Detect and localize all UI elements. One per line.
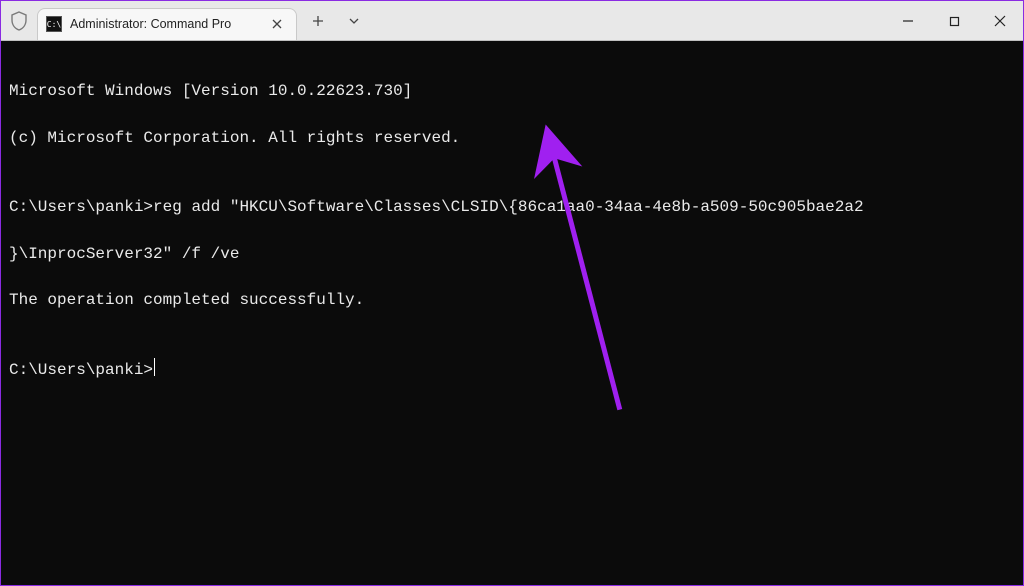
terminal-line: The operation completed successfully. [9, 289, 1015, 312]
tab-title: Administrator: Command Pro [70, 17, 260, 31]
minimize-button[interactable] [885, 1, 931, 41]
terminal-line: C:\Users\panki> [9, 358, 1015, 382]
tab-active[interactable]: C:\ Administrator: Command Pro [37, 8, 297, 40]
titlebar: C:\ Administrator: Command Pro [1, 1, 1023, 41]
annotation-arrow-icon [1, 41, 1023, 585]
tab-dropdown-button[interactable] [339, 6, 369, 36]
terminal-line: }\InprocServer32" /f /ve [9, 243, 1015, 266]
terminal-line: Microsoft Windows [Version 10.0.22623.73… [9, 80, 1015, 103]
shield-icon [1, 1, 37, 41]
prompt: C:\Users\panki> [9, 198, 153, 216]
new-tab-button[interactable] [303, 6, 333, 36]
app-window: C:\ Administrator: Command Pro Micros [0, 0, 1024, 586]
cmd-favicon-icon: C:\ [46, 16, 62, 32]
maximize-button[interactable] [931, 1, 977, 41]
tab-close-button[interactable] [268, 15, 286, 33]
command-text: reg add "HKCU\Software\Classes\CLSID\{86… [153, 198, 864, 216]
terminal-line: (c) Microsoft Corporation. All rights re… [9, 127, 1015, 150]
prompt: C:\Users\panki> [9, 361, 153, 379]
close-button[interactable] [977, 1, 1023, 41]
cursor-icon [154, 358, 155, 376]
terminal-line: C:\Users\panki>reg add "HKCU\Software\Cl… [9, 196, 1015, 219]
window-controls [885, 1, 1023, 41]
terminal-output[interactable]: Microsoft Windows [Version 10.0.22623.73… [1, 41, 1023, 585]
